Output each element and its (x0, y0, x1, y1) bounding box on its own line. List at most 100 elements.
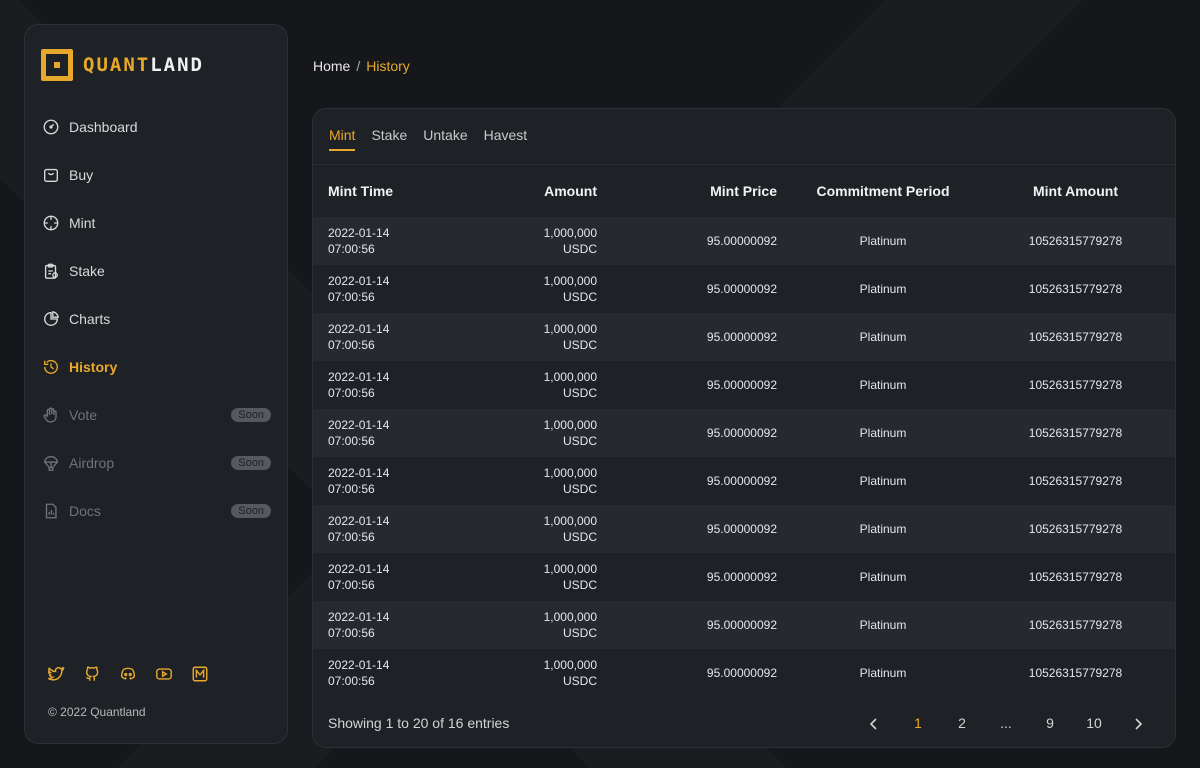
sidebar-item-stake[interactable]: Stake (25, 247, 287, 295)
amount-cell: 1,000,000 USDC (513, 417, 597, 449)
commitment-period-cell: Platinum (859, 474, 907, 488)
mint-price-cell: 95.00000092 (706, 570, 777, 584)
mint-date: 2022-01-14 (328, 466, 390, 480)
column-header-mint-price: Mint Price (710, 183, 777, 199)
amount-cell: 1,000,000 USDC (513, 513, 597, 545)
amount-value: 1,000,000 (543, 226, 597, 240)
amount-value: 1,000,000 (543, 418, 597, 432)
mint-date: 2022-01-14 (328, 658, 390, 672)
mint-amount-cell: 10526315779278 (1028, 666, 1123, 680)
soon-badge: Soon (231, 456, 271, 470)
mint-time: 07:00:56 (328, 290, 375, 304)
breadcrumb: Home / History (313, 58, 410, 74)
amount-currency: USDC (562, 674, 597, 688)
mint-price-cell: 95.00000092 (706, 474, 777, 488)
mint-date: 2022-01-14 (328, 370, 390, 384)
sidebar-item-airdrop[interactable]: Airdrop Soon (25, 439, 287, 487)
sidebar-item-label: Stake (69, 263, 105, 279)
mint-time: 07:00:56 (328, 386, 375, 400)
column-header-commitment-period: Commitment Period (816, 183, 950, 199)
mint-time: 07:00:56 (328, 674, 375, 688)
table-row: 2022-01-14 07:00:56 1,000,000 USDC 95.000000… (313, 601, 1175, 649)
breadcrumb-current: History (366, 58, 410, 74)
sidebar: QUANTLAND Dashboard Buy Mint Stake Chart… (24, 24, 288, 744)
soon-badge: Soon (231, 408, 271, 422)
social-links (47, 665, 209, 683)
sidebar-item-dashboard[interactable]: Dashboard (25, 103, 287, 151)
amount-cell: 1,000,000 USDC (513, 657, 597, 689)
github-icon[interactable] (83, 665, 101, 683)
soon-badge: Soon (231, 504, 271, 518)
mint-amount-cell: 10526315779278 (1028, 474, 1123, 488)
mint-time-cell: 2022-01-14 07:00:56 (313, 321, 513, 353)
sidebar-item-label: Vote (69, 407, 98, 423)
amount-currency: USDC (562, 482, 597, 496)
mint-time: 07:00:56 (328, 242, 375, 256)
mint-time-cell: 2022-01-14 07:00:56 (313, 513, 513, 545)
page-1-button[interactable]: 1 (896, 715, 940, 731)
sidebar-item-vote[interactable]: Vote Soon (25, 391, 287, 439)
sidebar-item-docs[interactable]: Docs Soon (25, 487, 287, 535)
page-2-button[interactable]: 2 (940, 715, 984, 731)
pie-chart-icon (41, 309, 61, 329)
mint-amount-cell: 10526315779278 (1028, 570, 1123, 584)
mint-time: 07:00:56 (328, 578, 375, 592)
mint-amount-cell: 10526315779278 (1028, 330, 1123, 344)
mint-time-cell: 2022-01-14 07:00:56 (313, 561, 513, 593)
sidebar-item-label: History (69, 359, 118, 375)
mint-date: 2022-01-14 (328, 226, 390, 240)
amount-value: 1,000,000 (543, 610, 597, 624)
table-row: 2022-01-14 07:00:56 1,000,000 USDC 95.000000… (313, 313, 1175, 361)
sidebar-nav: Dashboard Buy Mint Stake Charts History … (25, 103, 287, 535)
mint-date: 2022-01-14 (328, 322, 390, 336)
entries-summary: Showing 1 to 20 of 16 entries (328, 715, 510, 731)
sidebar-item-history[interactable]: History (25, 343, 287, 391)
page-9-button[interactable]: 9 (1028, 715, 1072, 731)
mint-time-cell: 2022-01-14 07:00:56 (313, 225, 513, 257)
amount-cell: 1,000,000 USDC (513, 465, 597, 497)
amount-cell: 1,000,000 USDC (513, 609, 597, 641)
mint-time-cell: 2022-01-14 07:00:56 (313, 657, 513, 689)
mint-time-cell: 2022-01-14 07:00:56 (313, 465, 513, 497)
mint-price-cell: 95.00000092 (706, 426, 777, 440)
column-header-mint-amount: Mint Amount (1032, 183, 1118, 199)
discord-icon[interactable] (119, 665, 137, 683)
amount-cell: 1,000,000 USDC (513, 225, 597, 257)
sidebar-item-mint[interactable]: Mint (25, 199, 287, 247)
parachute-icon (41, 453, 61, 473)
logo[interactable]: QUANTLAND (41, 49, 204, 81)
mint-date: 2022-01-14 (328, 514, 390, 528)
tab-havest[interactable]: Havest (484, 127, 528, 149)
prev-page-button[interactable] (852, 715, 896, 731)
mint-time-cell: 2022-01-14 07:00:56 (313, 369, 513, 401)
breadcrumb-home[interactable]: Home (313, 58, 350, 74)
tab-mint[interactable]: Mint (329, 127, 356, 151)
youtube-icon[interactable] (155, 665, 173, 683)
amount-cell: 1,000,000 USDC (513, 369, 597, 401)
sidebar-item-label: Airdrop (69, 455, 115, 471)
next-page-button[interactable] (1116, 715, 1160, 731)
sidebar-item-buy[interactable]: Buy (25, 151, 287, 199)
mint-date: 2022-01-14 (328, 610, 390, 624)
sidebar-item-charts[interactable]: Charts (25, 295, 287, 343)
table-body: 2022-01-14 07:00:56 1,000,000 USDC 95.000000… (313, 217, 1175, 697)
mint-price-cell: 95.00000092 (706, 378, 777, 392)
page-10-button[interactable]: 10 (1072, 715, 1116, 731)
commitment-period-cell: Platinum (859, 426, 907, 440)
crosshair-icon (41, 213, 61, 233)
medium-icon[interactable] (191, 665, 209, 683)
mint-price-cell: 95.00000092 (706, 234, 777, 248)
mint-time: 07:00:56 (328, 626, 375, 640)
tab-untake[interactable]: Untake (423, 127, 467, 149)
mint-amount-cell: 10526315779278 (1028, 618, 1123, 632)
table-row: 2022-01-14 07:00:56 1,000,000 USDC 95.000000… (313, 457, 1175, 505)
chevron-right-icon (1135, 718, 1143, 730)
column-header-mint-time: Mint Time (328, 183, 394, 199)
mint-price-cell: 95.00000092 (706, 522, 777, 536)
amount-value: 1,000,000 (543, 562, 597, 576)
amount-value: 1,000,000 (543, 274, 597, 288)
twitter-icon[interactable] (47, 665, 65, 683)
mint-price-cell: 95.00000092 (706, 618, 777, 632)
chevron-left-icon (869, 718, 877, 730)
tab-stake[interactable]: Stake (371, 127, 407, 149)
